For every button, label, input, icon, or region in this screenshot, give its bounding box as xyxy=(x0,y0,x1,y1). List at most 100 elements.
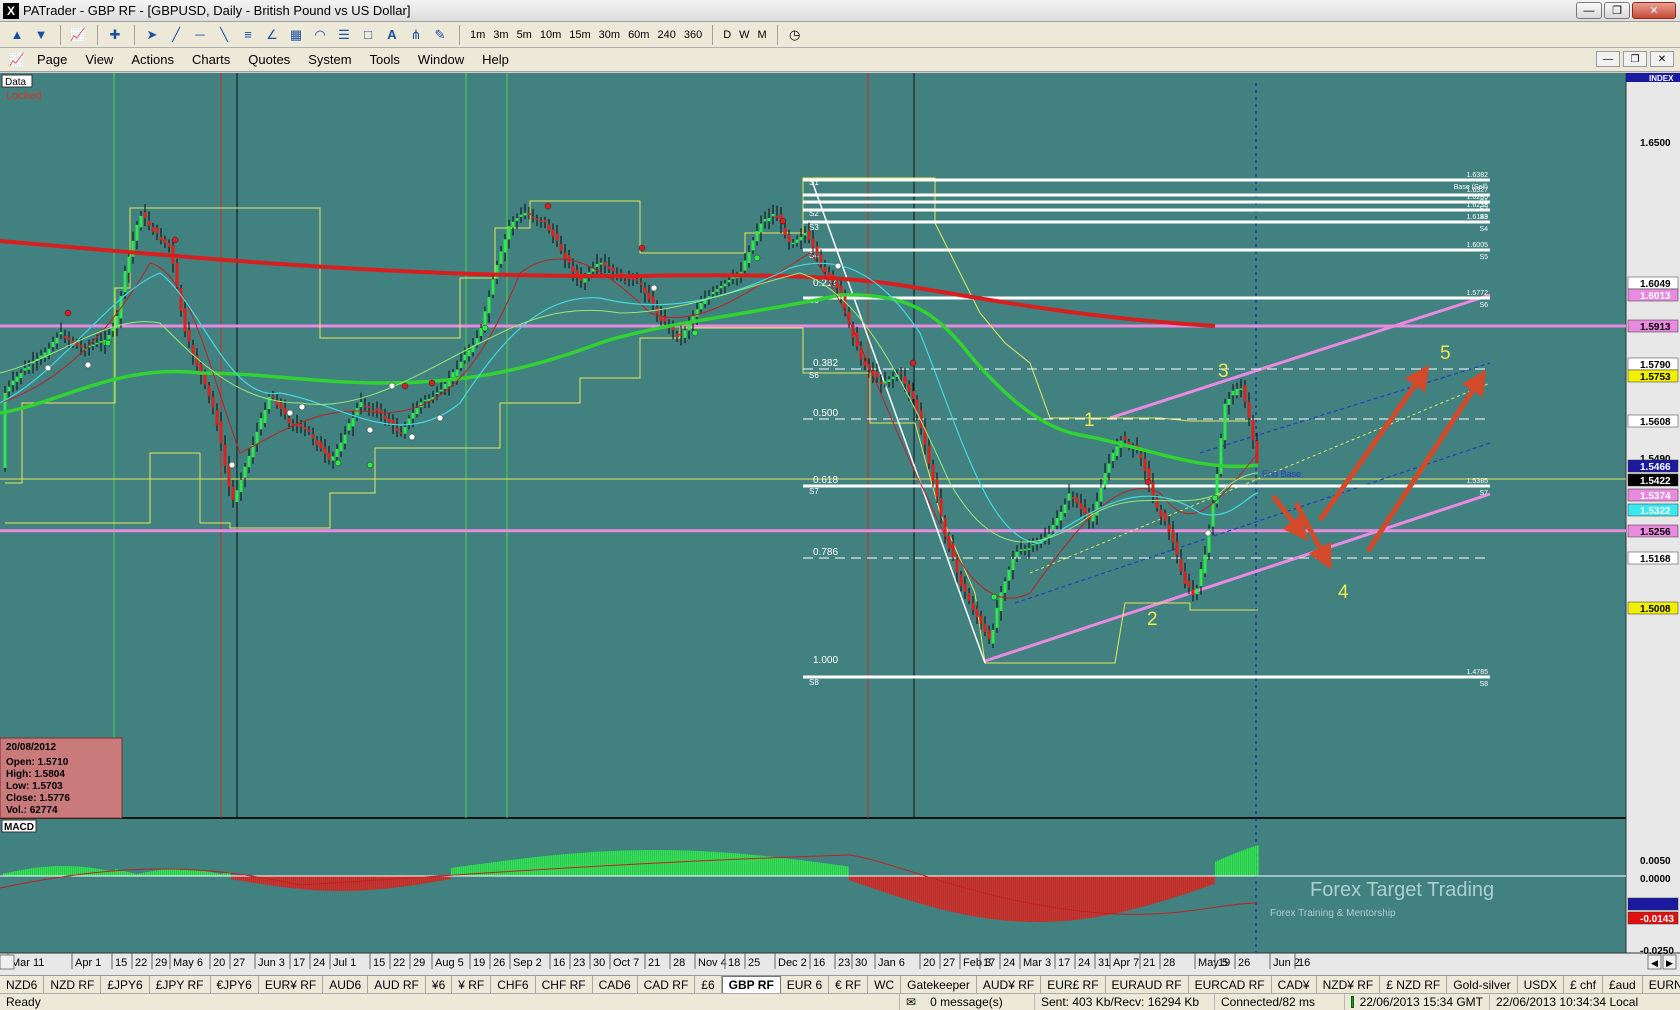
child-restore-button[interactable]: ❐ xyxy=(1623,51,1647,67)
period-button[interactable]: M xyxy=(754,25,771,45)
instrument-tab[interactable]: £JPY6 xyxy=(101,976,150,993)
menu-actions[interactable]: Actions xyxy=(122,49,183,71)
menu-tools[interactable]: Tools xyxy=(361,49,409,71)
macd-histogram-bar xyxy=(1183,876,1185,895)
instrument-tab[interactable]: NZD RF xyxy=(44,976,102,993)
macd-histogram-bar xyxy=(745,854,747,876)
instrument-tab[interactable]: USDX xyxy=(1518,976,1564,993)
period-button[interactable]: D xyxy=(719,25,735,45)
instrument-tab[interactable]: EURAUD RF xyxy=(1106,976,1189,993)
instrument-tab[interactable]: £ NZD RF xyxy=(1380,976,1448,993)
child-close-button[interactable]: ✕ xyxy=(1650,51,1674,67)
instrument-tab[interactable]: EUR 6 xyxy=(781,976,830,993)
instrument-tab[interactable]: AUD RF xyxy=(368,976,426,993)
candle-body xyxy=(515,218,519,221)
instrument-tab[interactable]: £aud xyxy=(1603,976,1643,993)
timeframe-button[interactable]: 15m xyxy=(565,25,594,45)
close-button[interactable]: ✕ xyxy=(1632,2,1676,19)
instrument-tab[interactable]: EURNZD RF xyxy=(1643,976,1680,993)
instrument-tab[interactable]: ¥6 xyxy=(426,976,453,993)
instrument-tab[interactable]: WC xyxy=(868,976,902,993)
timeframe-button[interactable]: 5m xyxy=(513,25,536,45)
instrument-tab[interactable]: AUD6 xyxy=(323,976,369,993)
instrument-tab[interactable]: CHF RF xyxy=(536,976,593,993)
gann-tool-icon[interactable]: ▦ xyxy=(285,24,307,46)
crosshair-icon[interactable]: ✚ xyxy=(104,24,126,46)
chart-window[interactable]: 1.6382Base (Sell)1.6327S11.6285S21.6238S… xyxy=(0,73,1680,975)
instrument-tab[interactable]: Gatekeeper xyxy=(901,976,977,993)
line-tool-icon[interactable]: ╱ xyxy=(165,24,187,46)
hline-tool-icon[interactable]: ─ xyxy=(189,24,211,46)
zoom-in-icon[interactable]: ▲ xyxy=(6,24,28,46)
candle-body xyxy=(1179,558,1183,572)
macd-histogram-bar xyxy=(1043,876,1045,922)
rect-tool-icon[interactable]: □ xyxy=(357,24,379,46)
zoom-out-icon[interactable]: ▼ xyxy=(30,24,52,46)
timeframe-button[interactable]: 3m xyxy=(489,25,512,45)
scroll-start-button[interactable] xyxy=(0,954,15,970)
instrument-tabs: NZD6 NZD RF £JPY6 £JPY RF €JPY6 EUR¥ RF AUD6 AU… xyxy=(0,975,1680,993)
instrument-tab[interactable]: CAD6 xyxy=(593,976,638,993)
channel-tool-icon[interactable]: ╲ xyxy=(213,24,235,46)
child-minimize-button[interactable]: — xyxy=(1596,51,1620,67)
candle-body xyxy=(1023,549,1027,551)
text-tool-icon[interactable]: A xyxy=(381,24,403,46)
macd-histogram-bar xyxy=(89,867,91,876)
instrument-tab[interactable]: CAD¥ xyxy=(1272,976,1317,993)
instrument-tab[interactable]: £6 xyxy=(695,976,722,993)
fan-tool-icon[interactable]: ∠ xyxy=(261,24,283,46)
price-chart[interactable]: 1.6382Base (Sell)1.6327S11.6285S21.6238S… xyxy=(0,73,1680,975)
minimize-button[interactable]: — xyxy=(1576,2,1602,19)
arc-tool-icon[interactable]: ◠ xyxy=(309,24,331,46)
instrument-tab[interactable]: GBP RF xyxy=(721,976,781,993)
instrument-tab[interactable]: NZD¥ RF xyxy=(1317,976,1381,993)
sr-level-price: 1.5385 xyxy=(1467,478,1489,485)
pencil-tool-icon[interactable]: ✎ xyxy=(429,24,451,46)
pitchfork-tool-icon[interactable]: ⋔ xyxy=(405,24,427,46)
fib-tool-icon[interactable]: ≡ xyxy=(237,24,259,46)
timeframe-button[interactable]: 1m xyxy=(466,25,489,45)
timeframe-button[interactable]: 360 xyxy=(680,25,706,45)
macd-histogram-bar xyxy=(1195,876,1197,891)
data-panel-label: Data xyxy=(5,77,27,88)
instrument-tab[interactable]: CAD RF xyxy=(638,976,696,993)
macd-histogram-bar xyxy=(1045,876,1047,922)
clock-icon[interactable]: ◷ xyxy=(784,24,806,46)
candle-body xyxy=(975,609,979,618)
instrument-tab[interactable]: EUR£ RF xyxy=(1041,976,1106,993)
menu-quotes[interactable]: Quotes xyxy=(239,49,299,71)
macd-histogram-bar xyxy=(767,856,769,876)
restore-button[interactable]: ❐ xyxy=(1604,2,1630,19)
instrument-tab[interactable]: AUD¥ RF xyxy=(977,976,1042,993)
menu-charts[interactable]: Charts xyxy=(183,49,239,71)
instrument-tab[interactable]: €JPY6 xyxy=(211,976,259,993)
timeframe-button[interactable]: 30m xyxy=(595,25,624,45)
instrument-tab[interactable]: EURCAD RF xyxy=(1189,976,1272,993)
instrument-tab[interactable]: Gold-silver xyxy=(1447,976,1518,993)
menu-help[interactable]: Help xyxy=(473,49,518,71)
instrument-tab[interactable]: € RF xyxy=(829,976,869,993)
instrument-tab[interactable]: ¥ RF xyxy=(452,976,492,993)
timeframe-button[interactable]: 10m xyxy=(536,25,565,45)
menu-system[interactable]: System xyxy=(299,49,360,71)
pointer-icon[interactable]: ➤ xyxy=(141,24,163,46)
price-axis-label: 1.5466 xyxy=(1640,462,1671,473)
macd-histogram-bar xyxy=(515,859,517,876)
chart-icon[interactable]: 📈 xyxy=(67,24,89,46)
instrument-tab[interactable]: NZD6 xyxy=(0,976,45,993)
period-button[interactable]: W xyxy=(735,25,753,45)
cycle-tool-icon[interactable]: ☰ xyxy=(333,24,355,46)
instrument-tab[interactable]: £ chf xyxy=(1564,976,1603,993)
menu-page[interactable]: Page xyxy=(28,49,76,71)
timeframe-button[interactable]: 60m xyxy=(624,25,653,45)
status-messages[interactable]: ✉ 0 message(s) xyxy=(900,994,1035,1010)
instrument-tab[interactable]: CHF6 xyxy=(491,976,536,993)
timeframe-button[interactable]: 240 xyxy=(653,25,679,45)
macd-histogram-bar xyxy=(681,850,683,876)
menu-window[interactable]: Window xyxy=(409,49,473,71)
menu-view[interactable]: View xyxy=(76,49,122,71)
instrument-tab[interactable]: EUR¥ RF xyxy=(259,976,324,993)
date-axis-label: Apr 1 xyxy=(75,957,101,969)
instrument-tab[interactable]: £JPY RF xyxy=(150,976,211,993)
macd-histogram-bar xyxy=(1137,876,1139,909)
